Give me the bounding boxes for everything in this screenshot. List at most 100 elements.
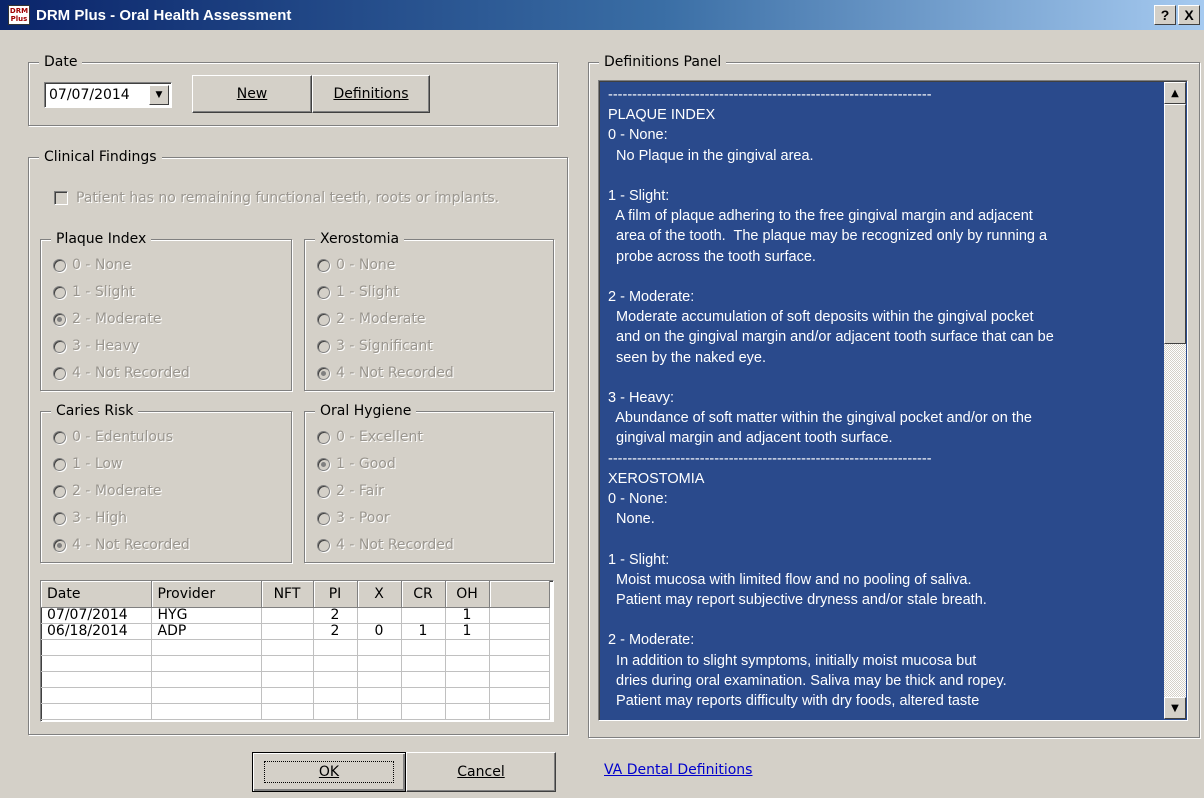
radio-button[interactable] xyxy=(317,285,330,299)
col-cr[interactable]: CR xyxy=(401,581,446,608)
plaque-option-3[interactable]: 3 - Heavy xyxy=(53,335,139,357)
new-button-label: New xyxy=(236,86,268,102)
radio-label: 0 - Excellent xyxy=(336,429,423,445)
no-teeth-label: Patient has no remaining functional teet… xyxy=(76,190,500,206)
caries-risk-group: Caries Risk 0 - Edentulous 1 - Low 2 - Mod… xyxy=(40,402,292,563)
table-row[interactable]: 06/18/2014 ADP 2 0 1 1 xyxy=(41,623,550,640)
radio-label: 0 - Edentulous xyxy=(72,429,174,445)
chevron-down-icon[interactable]: ▼ xyxy=(149,85,169,105)
radio-label: 4 - Not Recorded xyxy=(72,537,190,553)
cell-nft xyxy=(261,607,314,624)
radio-button[interactable] xyxy=(317,312,330,326)
radio-button[interactable] xyxy=(317,430,330,444)
radio-label: 2 - Fair xyxy=(336,483,384,499)
hygiene-option-1[interactable]: 1 - Good xyxy=(317,453,396,475)
hygiene-option-4[interactable]: 4 - Not Recorded xyxy=(317,534,454,556)
hygiene-option-3[interactable]: 3 - Poor xyxy=(317,507,390,529)
close-button[interactable]: X xyxy=(1178,5,1200,25)
cell-filler xyxy=(489,607,550,624)
ok-button-label: OK xyxy=(318,764,340,780)
radio-button[interactable] xyxy=(317,366,330,380)
oral-hygiene-label: Oral Hygiene xyxy=(315,402,417,420)
definitions-textbox[interactable]: ----------------------------------------… xyxy=(598,80,1188,721)
xerostomia-group: Xerostomia 0 - None 1 - Slight 2 - Moderat… xyxy=(304,230,554,391)
radio-button[interactable] xyxy=(53,339,66,353)
plaque-option-4[interactable]: 4 - Not Recorded xyxy=(53,362,190,384)
radio-button[interactable] xyxy=(317,339,330,353)
plaque-index-group: Plaque Index 0 - None 1 - Slight 2 - Moder… xyxy=(40,230,292,391)
scroll-down-icon[interactable]: ▼ xyxy=(1164,697,1186,719)
plaque-option-0[interactable]: 0 - None xyxy=(53,254,131,276)
plaque-index-label: Plaque Index xyxy=(51,230,152,248)
definitions-scrollbar[interactable]: ▲ ▼ xyxy=(1164,82,1186,719)
no-teeth-checkbox-row[interactable]: Patient has no remaining functional teet… xyxy=(54,190,499,206)
radio-button[interactable] xyxy=(53,511,66,525)
window-title: DRM Plus - Oral Health Assessment xyxy=(36,6,292,24)
col-provider[interactable]: Provider xyxy=(151,581,262,608)
col-nft[interactable]: NFT xyxy=(261,581,314,608)
caries-option-4[interactable]: 4 - Not Recorded xyxy=(53,534,190,556)
cell-pi: 2 xyxy=(313,607,358,624)
radio-button[interactable] xyxy=(53,430,66,444)
hygiene-option-0[interactable]: 0 - Excellent xyxy=(317,426,423,448)
caries-option-1[interactable]: 1 - Low xyxy=(53,453,122,475)
radio-button[interactable] xyxy=(53,538,66,552)
date-combo[interactable]: 07/07/2014 ▼ xyxy=(44,82,172,108)
cell-x xyxy=(357,607,402,624)
radio-button[interactable] xyxy=(317,457,330,471)
col-date[interactable]: Date xyxy=(41,581,152,608)
app-icon: DRM Plus xyxy=(8,5,30,25)
ok-button[interactable]: OK xyxy=(252,752,406,792)
cell-oh: 1 xyxy=(445,623,490,640)
history-table[interactable]: Date Provider NFT PI X CR OH 07/07/2014 … xyxy=(40,580,554,722)
plaque-option-2[interactable]: 2 - Moderate xyxy=(53,308,161,330)
definitions-button[interactable]: Definitions xyxy=(312,75,430,113)
cancel-button[interactable]: Cancel xyxy=(406,752,556,792)
definitions-panel-label: Definitions Panel xyxy=(599,53,727,71)
xerostomia-option-3[interactable]: 3 - Significant xyxy=(317,335,433,357)
radio-button[interactable] xyxy=(317,511,330,525)
scroll-up-icon[interactable]: ▲ xyxy=(1164,82,1186,104)
radio-button[interactable] xyxy=(53,312,66,326)
empty-row xyxy=(41,687,550,704)
caries-option-2[interactable]: 2 - Moderate xyxy=(53,480,161,502)
radio-label: 2 - Moderate xyxy=(72,311,162,327)
new-button[interactable]: New xyxy=(192,75,312,113)
radio-button[interactable] xyxy=(317,538,330,552)
empty-row xyxy=(41,639,550,656)
radio-button[interactable] xyxy=(53,285,66,299)
table-row[interactable]: 07/07/2014 HYG 2 1 xyxy=(41,607,550,624)
radio-button[interactable] xyxy=(317,484,330,498)
radio-button[interactable] xyxy=(53,366,66,380)
empty-row xyxy=(41,703,550,720)
hygiene-option-2[interactable]: 2 - Fair xyxy=(317,480,384,502)
cell-x: 0 xyxy=(357,623,402,640)
radio-button[interactable] xyxy=(53,484,66,498)
xerostomia-option-1[interactable]: 1 - Slight xyxy=(317,281,399,303)
date-value: 07/07/2014 xyxy=(49,87,130,103)
cell-pi: 2 xyxy=(313,623,358,640)
col-pi[interactable]: PI xyxy=(313,581,358,608)
xerostomia-option-2[interactable]: 2 - Moderate xyxy=(317,308,425,330)
col-x[interactable]: X xyxy=(357,581,402,608)
plaque-option-1[interactable]: 1 - Slight xyxy=(53,281,135,303)
caries-option-0[interactable]: 0 - Edentulous xyxy=(53,426,173,448)
clinical-findings-label: Clinical Findings xyxy=(39,148,162,166)
scroll-thumb[interactable] xyxy=(1164,104,1186,344)
radio-button[interactable] xyxy=(53,457,66,471)
radio-button[interactable] xyxy=(53,258,66,272)
cell-provider: HYG xyxy=(151,607,262,624)
help-button[interactable]: ? xyxy=(1154,5,1176,25)
radio-label: 0 - None xyxy=(72,257,132,273)
oral-hygiene-group: Oral Hygiene 0 - Excellent 1 - Good 2 - Fa… xyxy=(304,402,554,563)
col-oh[interactable]: OH xyxy=(445,581,490,608)
radio-label: 4 - Not Recorded xyxy=(336,365,454,381)
no-teeth-checkbox[interactable] xyxy=(54,191,68,205)
caries-option-3[interactable]: 3 - High xyxy=(53,507,127,529)
radio-label: 1 - Good xyxy=(336,456,396,472)
va-dental-definitions-link[interactable]: VA Dental Definitions xyxy=(604,762,752,778)
xerostomia-option-4[interactable]: 4 - Not Recorded xyxy=(317,362,454,384)
radio-button[interactable] xyxy=(317,258,330,272)
empty-row xyxy=(41,671,550,688)
xerostomia-option-0[interactable]: 0 - None xyxy=(317,254,395,276)
